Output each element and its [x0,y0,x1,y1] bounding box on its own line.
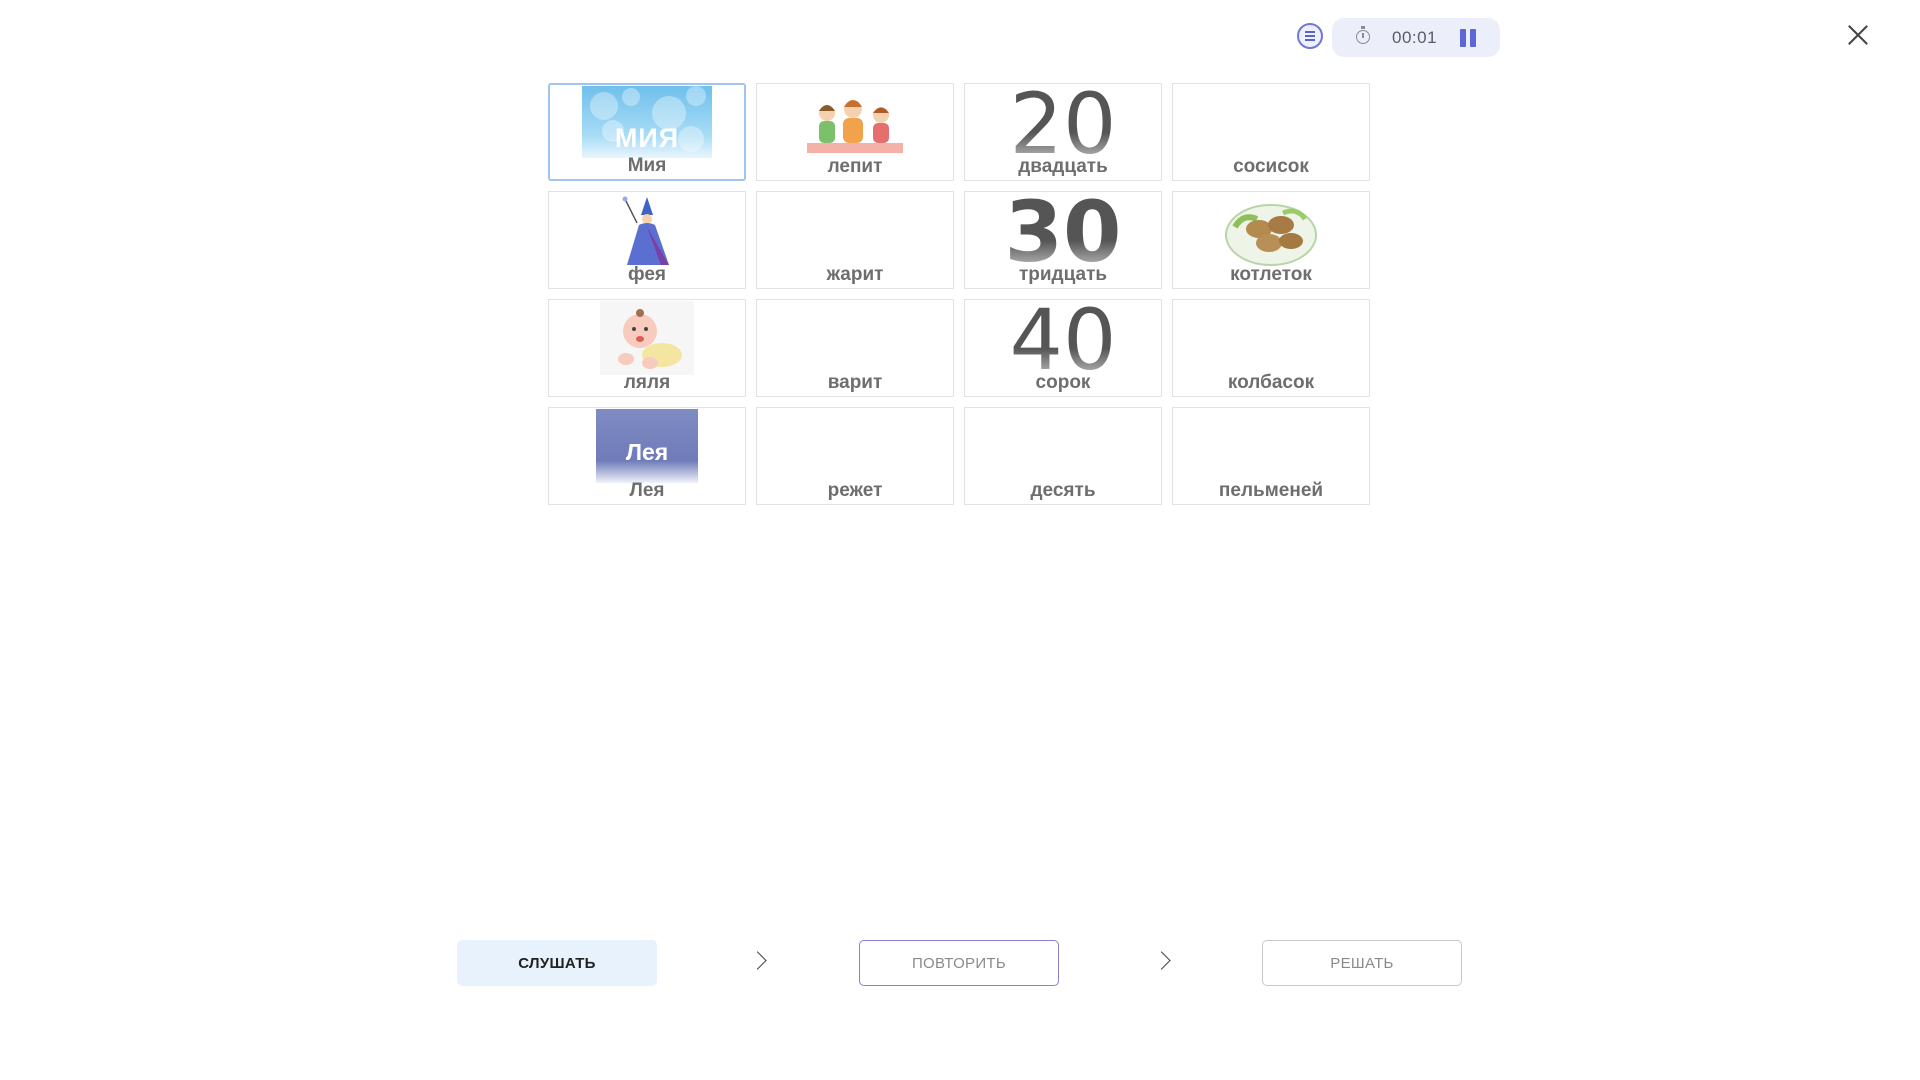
card-label: десять [1030,480,1096,501]
card-label: колбасок [1227,372,1315,393]
stopwatch-icon [1356,26,1370,44]
name-card-picture: Лея [596,409,698,483]
list-icon[interactable] [1297,23,1323,49]
card-label: сосисок [1233,156,1309,177]
word-card[interactable]: варит [756,299,954,397]
card-label: фея [627,264,667,285]
word-card[interactable]: ляля [548,299,746,397]
card-label: двадцать [1018,156,1108,177]
word-card[interactable]: 30 тридцать [964,191,1162,289]
word-card[interactable]: лепит [756,83,954,181]
solve-button[interactable]: РЕШАТЬ [1262,940,1462,986]
repeat-button[interactable]: ПОВТОРИТЬ [859,940,1059,986]
word-card[interactable]: жарит [756,191,954,289]
word-card[interactable]: 40 сорок [964,299,1162,397]
card-label: Мия [627,155,667,176]
card-label: ляля [623,372,671,393]
word-card[interactable]: десять [964,407,1162,505]
picture-text: МИЯ [614,123,680,153]
word-card[interactable]: фея [548,191,746,289]
number-picture: 40 [965,300,1161,382]
bubbles-word-picture: МИЯ [582,86,712,158]
word-card[interactable]: 20 двадцать [964,83,1162,181]
card-label: котлеток [1230,264,1312,285]
fairy-picture [622,196,669,265]
card-label: Лея [629,480,665,501]
word-card[interactable]: пельменей [1172,407,1370,505]
card-label: пельменей [1218,480,1324,501]
listen-button[interactable]: СЛУШАТЬ [457,940,657,986]
mother-and-kids-sculpting-picture [807,100,903,153]
word-grid: МИЯ Мия лепит 20 двадцать сосисок фея жа… [548,83,1370,505]
number-picture: 20 [965,84,1161,166]
card-label: сорок [1035,372,1091,393]
chevron-right-icon [748,951,767,970]
pause-icon[interactable] [1460,29,1478,47]
baby-picture [600,301,694,375]
word-card[interactable]: МИЯ Мия [548,83,746,181]
card-label: жарит [826,264,884,285]
card-label: тридцать [1018,264,1108,285]
timer-pill: 00:01 [1332,18,1500,57]
card-label: варит [827,372,883,393]
picture-text: Лея [625,439,669,465]
word-card[interactable]: сосисок [1172,83,1370,181]
number-picture: 30 [965,192,1161,274]
timer-value: 00:01 [1392,28,1438,47]
word-card[interactable]: колбасок [1172,299,1370,397]
card-label: лепит [827,156,883,177]
word-card[interactable]: Лея Лея [548,407,746,505]
chevron-right-icon [1152,951,1171,970]
word-card[interactable]: котлеток [1172,191,1370,289]
cutlets-on-plate-picture [1225,204,1317,266]
card-label: режет [827,480,883,501]
close-icon[interactable] [1846,24,1870,48]
word-card[interactable]: режет [756,407,954,505]
